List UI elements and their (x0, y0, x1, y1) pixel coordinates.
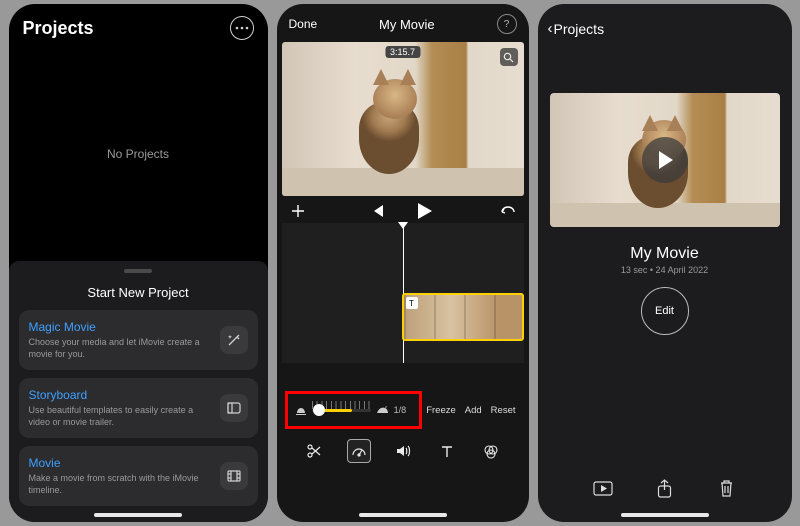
project-thumbnail[interactable] (550, 93, 780, 227)
projects-title: Projects (23, 18, 94, 39)
text-icon[interactable] (436, 440, 458, 462)
drawer-handle[interactable] (124, 269, 152, 273)
movie-title: My Movie (538, 245, 792, 263)
filter-icon[interactable] (480, 440, 502, 462)
speed-rate: 1/8 (394, 405, 411, 415)
home-indicator[interactable] (359, 513, 447, 517)
storyboard-icon (220, 394, 248, 422)
scissors-icon[interactable] (303, 440, 325, 462)
storyboard-desc: Use beautiful templates to easily create… (29, 404, 210, 428)
play-icon[interactable] (418, 203, 432, 219)
edit-button[interactable]: Edit (641, 287, 689, 335)
magnify-icon[interactable] (500, 48, 518, 66)
magic-movie-card[interactable]: Magic Movie Choose your media and let iM… (19, 310, 258, 370)
new-project-drawer: Start New Project Magic Movie Choose you… (9, 261, 268, 522)
no-projects-label: No Projects (9, 46, 268, 261)
play-icon (659, 151, 673, 169)
help-icon[interactable]: ? (497, 14, 517, 34)
home-indicator[interactable] (94, 513, 182, 517)
start-new-project-label: Start New Project (19, 285, 258, 310)
selected-clip[interactable]: T (402, 293, 524, 341)
timeline[interactable]: T (282, 223, 524, 363)
speed-slider[interactable] (312, 409, 371, 412)
preview-time: 3:15.7 (385, 46, 420, 58)
play-overlay[interactable] (642, 137, 688, 183)
chevron-left-icon: ‹ (548, 20, 553, 37)
magic-movie-desc: Choose your media and let iMovie create … (29, 336, 210, 360)
done-button[interactable]: Done (289, 17, 318, 31)
speed-control-row: 1/8 Freeze Add Reset (282, 393, 524, 427)
speed-thumb[interactable] (313, 404, 325, 416)
editor-title: My Movie (379, 17, 435, 32)
wand-icon (220, 326, 248, 354)
movie-meta: 13 sec • 24 April 2022 (538, 265, 792, 275)
skip-back-icon[interactable] (371, 205, 384, 217)
tortoise-icon (290, 406, 312, 415)
movie-desc: Make a movie from scratch with the iMovi… (29, 472, 210, 496)
hare-icon (371, 406, 394, 415)
play-rect-icon[interactable] (593, 478, 613, 498)
title-badge: T (406, 297, 418, 309)
speedometer-icon[interactable] (347, 439, 371, 463)
plus-icon[interactable] (291, 204, 305, 218)
home-indicator[interactable] (621, 513, 709, 517)
back-label: Projects (554, 21, 605, 37)
volume-icon[interactable] (392, 440, 414, 462)
ellipsis-icon[interactable] (230, 16, 254, 40)
storyboard-title: Storyboard (29, 388, 210, 402)
movie-card[interactable]: Movie Make a movie from scratch with the… (19, 446, 258, 506)
film-icon (220, 462, 248, 490)
storyboard-card[interactable]: Storyboard Use beautiful templates to ea… (19, 378, 258, 438)
movie-title: Movie (29, 456, 210, 470)
trash-icon[interactable] (717, 478, 737, 498)
undo-icon[interactable] (499, 205, 515, 217)
back-button[interactable]: ‹ Projects (538, 4, 792, 39)
project-detail-screen: ‹ Projects My Movie 13 sec • 24 April 20… (538, 4, 792, 522)
freeze-button[interactable]: Freeze (426, 405, 456, 416)
reset-speed-button[interactable]: Reset (491, 405, 516, 416)
magic-movie-title: Magic Movie (29, 320, 210, 334)
editor-screen: Done My Movie ? 3:15.7 T (277, 4, 529, 522)
video-preview[interactable]: 3:15.7 (282, 42, 524, 196)
projects-screen: Projects No Projects Start New Project M… (9, 4, 268, 522)
share-icon[interactable] (655, 478, 675, 498)
add-speed-button[interactable]: Add (465, 405, 482, 416)
